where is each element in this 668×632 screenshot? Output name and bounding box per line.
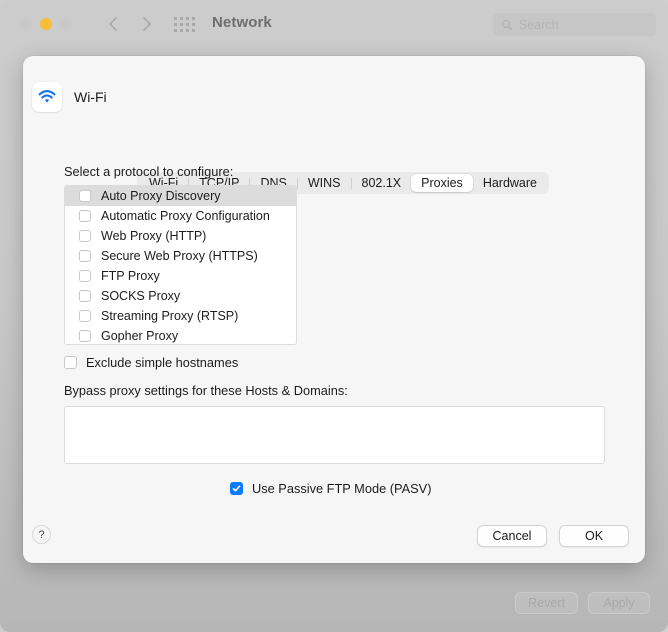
list-item-label: Automatic Proxy Configuration	[101, 209, 270, 223]
list-item[interactable]: Automatic Proxy Configuration	[65, 206, 296, 226]
protocol-checkbox[interactable]	[79, 330, 91, 342]
sheet-footer-buttons: Cancel OK	[477, 525, 629, 547]
protocol-checkbox[interactable]	[79, 290, 91, 302]
sheet-content: Wi-Fi Wi-Fi TCP/IP DNS WINS 802.1X Proxi…	[23, 56, 645, 563]
back-button[interactable]	[104, 14, 124, 34]
apply-button[interactable]: Apply	[588, 592, 650, 614]
list-item-label: Gopher Proxy	[101, 329, 179, 343]
bypass-hosts-textarea[interactable]	[64, 406, 605, 464]
proxies-settings-sheet: Wi-Fi Wi-Fi TCP/IP DNS WINS 802.1X Proxi…	[23, 56, 645, 563]
tab-hardware[interactable]: Hardware	[473, 174, 547, 192]
list-item[interactable]: Streaming Proxy (RTSP)	[65, 306, 296, 326]
list-item-label: FTP Proxy	[101, 269, 160, 283]
cancel-button[interactable]: Cancel	[477, 525, 547, 547]
protocol-list[interactable]: Auto Proxy Discovery Automatic Proxy Con…	[64, 185, 297, 345]
bypass-label: Bypass proxy settings for these Hosts & …	[64, 383, 348, 398]
list-item[interactable]: Auto Proxy Discovery	[65, 186, 296, 206]
service-name: Wi-Fi	[74, 89, 107, 105]
protocol-checkbox[interactable]	[79, 230, 91, 242]
background-action-buttons: Revert Apply	[515, 592, 650, 614]
search-field[interactable]: Search	[493, 13, 656, 36]
list-item[interactable]: Secure Web Proxy (HTTPS)	[65, 246, 296, 266]
protocol-checkbox[interactable]	[79, 210, 91, 222]
list-item-label: Streaming Proxy (RTSP)	[101, 309, 239, 323]
network-preferences-window: Network Search Revert Apply Wi-Fi Wi-Fi …	[0, 0, 668, 632]
zoom-button[interactable]	[60, 18, 72, 30]
wifi-icon	[32, 82, 62, 112]
list-item[interactable]: Gopher Proxy	[65, 326, 296, 344]
protocol-checkbox[interactable]	[79, 250, 91, 262]
ok-button[interactable]: OK	[559, 525, 629, 547]
protocol-checkbox[interactable]	[79, 270, 91, 282]
protocol-checkbox[interactable]	[79, 310, 91, 322]
window-titlebar: Network Search	[0, 0, 668, 48]
close-button[interactable]	[20, 18, 32, 30]
search-placeholder: Search	[519, 17, 559, 32]
list-item-label: SOCKS Proxy	[101, 289, 181, 303]
tab-proxies[interactable]: Proxies	[411, 174, 473, 192]
tab-802-1x[interactable]: 802.1X	[352, 174, 412, 192]
list-item[interactable]: SOCKS Proxy	[65, 286, 296, 306]
minimize-button[interactable]	[40, 18, 52, 30]
exclude-simple-hostnames-label: Exclude simple hostnames	[86, 355, 239, 370]
passive-ftp-checkbox[interactable]	[230, 482, 243, 495]
protocol-checkbox[interactable]	[79, 190, 91, 202]
tab-wins[interactable]: WINS	[298, 174, 351, 192]
list-item-label: Web Proxy (HTTP)	[101, 229, 207, 243]
forward-button[interactable]	[136, 14, 156, 34]
show-all-grid-icon[interactable]	[174, 17, 196, 32]
list-item-label: Auto Proxy Discovery	[101, 189, 221, 203]
passive-ftp-label: Use Passive FTP Mode (PASV)	[252, 481, 432, 496]
search-icon	[501, 19, 513, 31]
protocol-section-label: Select a protocol to configure:	[64, 164, 234, 179]
exclude-simple-hostnames-row[interactable]: Exclude simple hostnames	[64, 355, 238, 370]
page-title: Network	[212, 14, 272, 31]
list-item[interactable]: FTP Proxy	[65, 266, 296, 286]
help-button[interactable]: ?	[32, 525, 51, 544]
exclude-simple-hostnames-checkbox[interactable]	[64, 356, 77, 369]
list-item-label: Secure Web Proxy (HTTPS)	[101, 249, 258, 263]
service-header: Wi-Fi	[32, 82, 107, 112]
passive-ftp-row[interactable]: Use Passive FTP Mode (PASV)	[230, 481, 431, 496]
revert-button[interactable]: Revert	[515, 592, 578, 614]
screen: Network Search Revert Apply Wi-Fi Wi-Fi …	[0, 0, 668, 632]
list-item[interactable]: Web Proxy (HTTP)	[65, 226, 296, 246]
